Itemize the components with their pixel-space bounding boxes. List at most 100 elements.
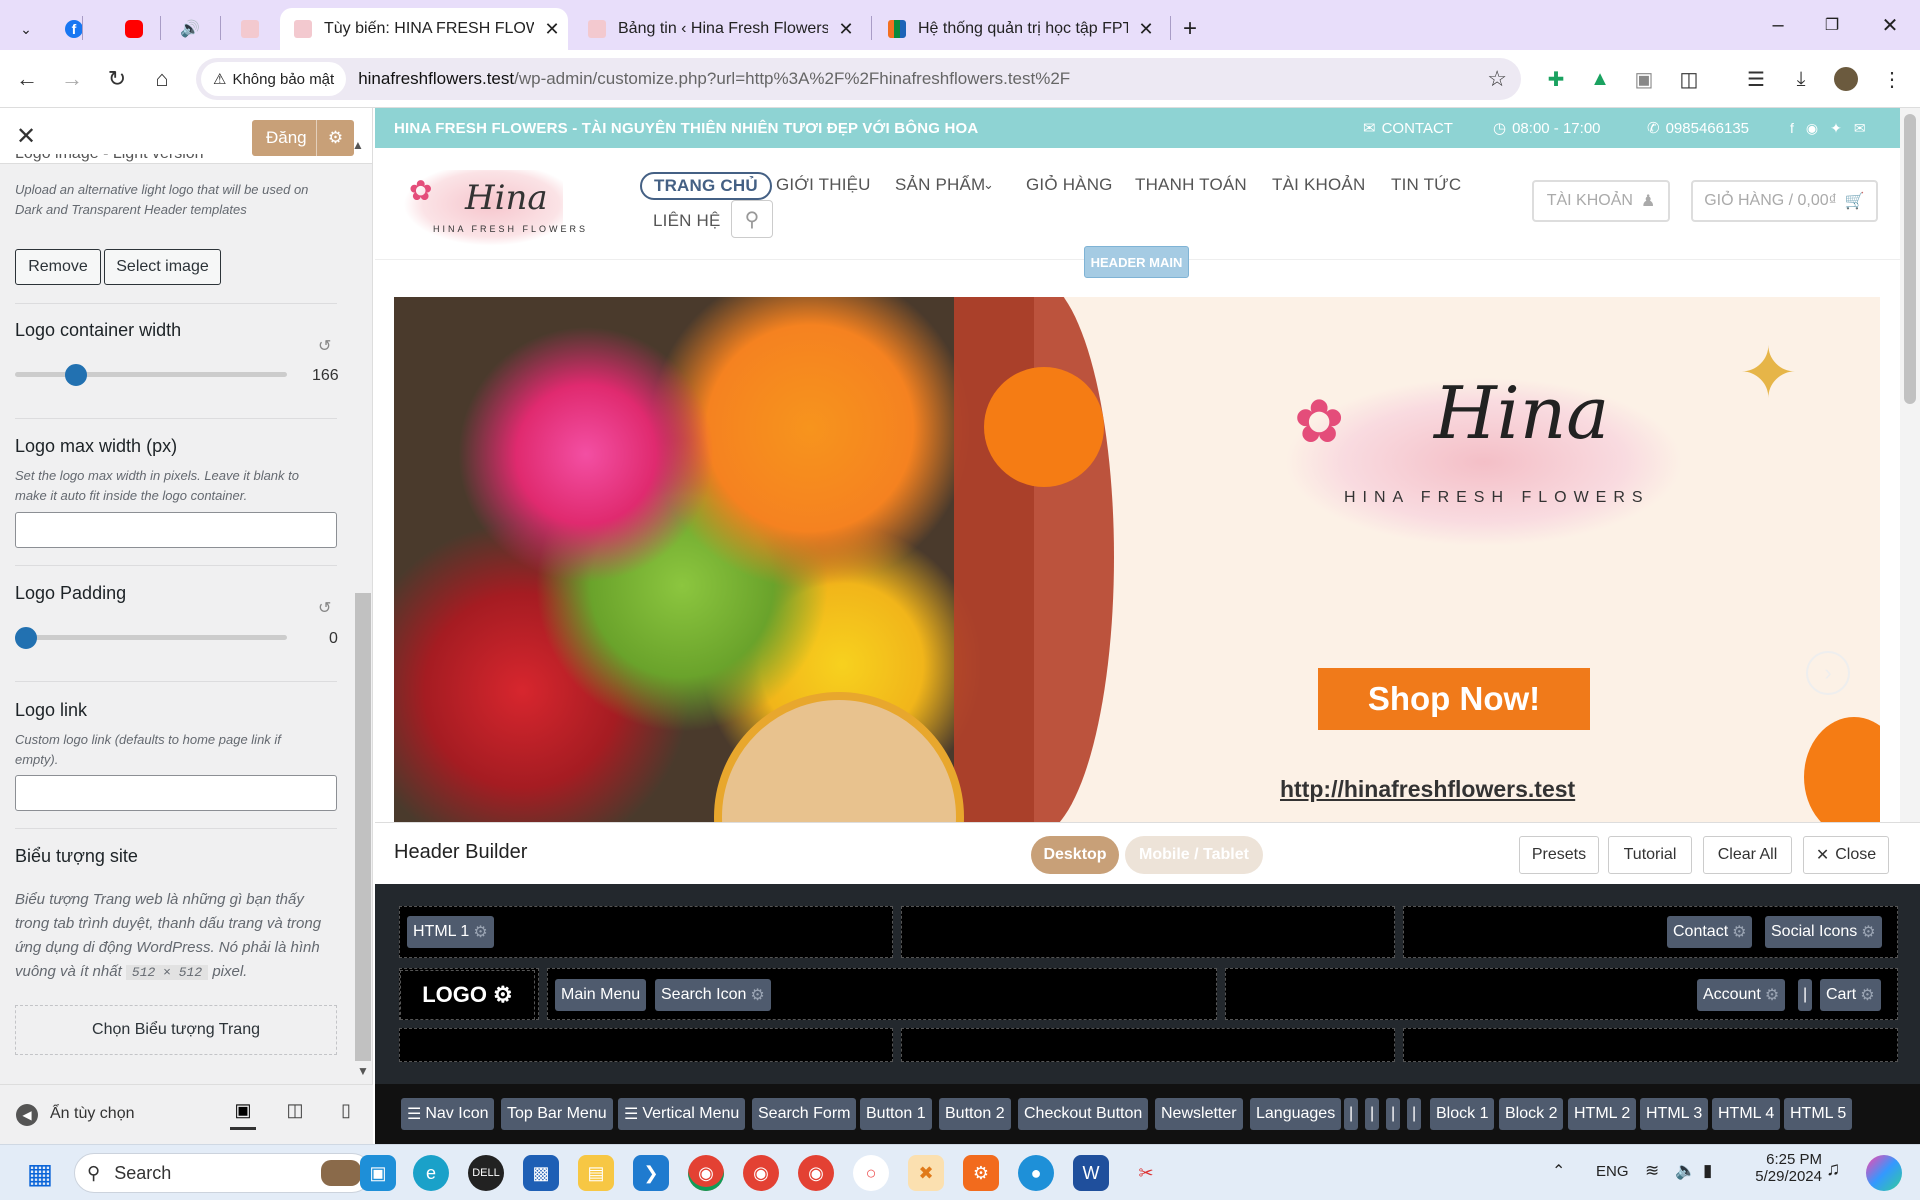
vscode-icon[interactable]: ❯ — [633, 1155, 669, 1191]
padding-track[interactable] — [15, 635, 287, 640]
postman-icon[interactable]: ⚙ — [963, 1155, 999, 1191]
download-icon[interactable]: ⤓ — [1785, 63, 1817, 95]
choose-site-icon-button[interactable]: Chọn Biểu tượng Trang — [15, 1005, 337, 1055]
wifi-icon[interactable]: ≋ — [1645, 1161, 1659, 1181]
slider-next-icon[interactable]: › — [1806, 651, 1850, 695]
home-icon[interactable]: ⌂ — [143, 60, 181, 98]
taskbar-search[interactable]: ⚲ Search — [74, 1153, 372, 1193]
language-indicator[interactable]: ENG — [1596, 1163, 1629, 1180]
extension-image-icon[interactable]: ▣ — [1628, 63, 1660, 95]
forward-icon[interactable]: → — [53, 60, 91, 98]
gear-icon[interactable]: ⚙ — [1732, 922, 1746, 942]
element-divider[interactable]: | — [1407, 1098, 1422, 1130]
presets-button[interactable]: Presets — [1519, 836, 1599, 874]
close-tab-icon[interactable]: ✕ — [542, 19, 562, 40]
chrome-icon[interactable]: ◉ — [688, 1155, 724, 1191]
app-circle-icon[interactable]: ○ — [853, 1155, 889, 1191]
reset-icon[interactable]: ↺ — [318, 598, 331, 618]
bottom-right-slot[interactable] — [1403, 1028, 1898, 1062]
menu-item-cart[interactable]: GIỎ HÀNG — [1026, 175, 1113, 195]
gear-icon[interactable]: ⚙ — [750, 985, 764, 1005]
site-url-link[interactable]: http://hinafreshflowers.test — [1280, 776, 1575, 803]
top-center-slot[interactable] — [901, 906, 1395, 958]
container-width-track[interactable] — [15, 372, 287, 377]
element-logo[interactable]: LOGO ⚙ — [400, 970, 535, 1020]
gear-icon[interactable]: ⚙ — [493, 982, 513, 1008]
mobile-tablet-toggle[interactable]: Mobile / Tablet — [1125, 836, 1263, 874]
element-account[interactable]: Account ⚙ — [1697, 979, 1786, 1011]
main-left-slot[interactable] — [547, 968, 1217, 1020]
profile-avatar[interactable] — [1830, 63, 1862, 95]
element-html-2[interactable]: HTML 2 — [1568, 1098, 1637, 1130]
search-icon[interactable]: ⚲ — [731, 200, 773, 238]
header-main-badge[interactable]: HEADER MAIN — [1084, 246, 1189, 278]
element-search-form[interactable]: Search Form — [752, 1098, 857, 1130]
address-bar[interactable]: ⚠ Không bảo mật hinafreshflowers.test/wp-… — [196, 58, 1521, 100]
padding-slider-handle[interactable] — [15, 627, 37, 649]
close-builder-button[interactable]: ✕ Close — [1803, 836, 1889, 874]
publish-button[interactable]: Đăng ⚙ — [252, 120, 354, 156]
new-tab-button[interactable]: + — [1164, 8, 1216, 50]
element-languages[interactable]: Languages — [1250, 1098, 1342, 1130]
menu-item-home[interactable]: TRANG CHỦ — [640, 172, 772, 200]
preview-scrollbar-thumb[interactable] — [1904, 114, 1916, 404]
gear-icon[interactable]: ⚙ — [1765, 985, 1779, 1005]
reload-icon[interactable]: ↻ — [98, 60, 136, 98]
menu-item-contact[interactable]: LIÊN HỆ — [653, 211, 721, 231]
tutorial-button[interactable]: Tutorial — [1608, 836, 1692, 874]
element-html-1[interactable]: HTML 1 ⚙ — [407, 916, 494, 948]
close-tab-icon[interactable]: ✕ — [1136, 19, 1156, 40]
phone-item[interactable]: ✆ 0985466135 — [1647, 119, 1749, 138]
email-icon[interactable]: ✉ — [1854, 120, 1866, 137]
menu-item-about[interactable]: GIỚI THIỆU — [776, 175, 871, 195]
extension-plus-icon[interactable]: ✚ — [1540, 63, 1572, 95]
menu-item-account[interactable]: TÀI KHOẢN — [1272, 175, 1365, 195]
dell-icon[interactable]: DELL — [468, 1155, 504, 1191]
extension-tree-icon[interactable]: ▲ — [1584, 63, 1616, 95]
browser-menu-icon[interactable]: ⋮ — [1876, 63, 1908, 95]
battery-icon[interactable]: ▮ — [1703, 1161, 1712, 1181]
gear-icon[interactable]: ⚙ — [1860, 985, 1874, 1005]
element-nav-icon[interactable]: ☰ Nav Icon — [401, 1098, 495, 1130]
tab-customizer[interactable]: Tùy biến: HINA FRESH FLOWERS ✕ — [280, 8, 568, 50]
element-checkout-button[interactable]: Checkout Button — [1018, 1098, 1149, 1130]
mobile-preview-icon[interactable]: ▯ — [336, 1100, 356, 1130]
minimize-icon[interactable]: – — [1754, 8, 1802, 42]
windows-start-icon[interactable]: ▦ — [22, 1155, 58, 1191]
app-blue-icon[interactable]: ● — [1018, 1155, 1054, 1191]
facebook-icon[interactable]: f — [1790, 120, 1794, 136]
element-html-4[interactable]: HTML 4 — [1712, 1098, 1781, 1130]
element-button-1[interactable]: Button 1 — [860, 1098, 932, 1130]
element-divider[interactable]: | — [1798, 979, 1813, 1011]
account-button[interactable]: TÀI KHOẢN ♟ — [1532, 180, 1670, 222]
reset-icon[interactable]: ↺ — [318, 336, 331, 356]
preview-scrollbar[interactable] — [1900, 108, 1920, 822]
element-search-icon[interactable]: Search Icon ⚙ — [655, 979, 771, 1011]
teams-meet-icon[interactable]: ▣ — [360, 1155, 396, 1191]
bookmark-star-icon[interactable]: ☆ — [1487, 66, 1507, 92]
element-block-2[interactable]: Block 2 — [1499, 1098, 1564, 1130]
store-icon[interactable]: ▩ — [523, 1155, 559, 1191]
element-divider[interactable]: | — [1365, 1098, 1380, 1130]
instagram-icon[interactable]: ◉ — [1806, 120, 1818, 137]
scroll-down-icon[interactable]: ▼ — [357, 1064, 369, 1078]
element-button-2[interactable]: Button 2 — [939, 1098, 1011, 1130]
chrome-profile-icon[interactable]: ◉ — [743, 1155, 779, 1191]
url-text[interactable]: hinafreshflowers.test/wp-admin/customize… — [358, 69, 1070, 89]
volume-icon[interactable]: 🔈 — [1675, 1161, 1696, 1181]
hide-controls-label[interactable]: Ẩn tùy chọn — [50, 1105, 135, 1123]
tab-dashboard[interactable]: Bảng tin ‹ Hina Fresh Flowers — ✕ — [574, 8, 864, 50]
tab-hina-pinned[interactable] — [224, 8, 276, 50]
tray-chevron-icon[interactable]: ⌃ — [1552, 1161, 1565, 1181]
element-cart[interactable]: Cart ⚙ — [1820, 979, 1881, 1011]
tab-youtube[interactable] — [108, 8, 160, 50]
clear-all-button[interactable]: Clear All — [1703, 836, 1792, 874]
gear-icon[interactable]: ⚙ — [473, 922, 487, 942]
element-html-5[interactable]: HTML 5 — [1784, 1098, 1853, 1130]
element-html-3[interactable]: HTML 3 — [1640, 1098, 1709, 1130]
element-social-icons[interactable]: Social Icons ⚙ — [1765, 916, 1882, 948]
tablet-preview-icon[interactable]: ◫ — [283, 1100, 307, 1130]
extensions-puzzle-icon[interactable]: ◫ — [1673, 63, 1705, 95]
gear-icon[interactable]: ⚙ — [316, 120, 354, 156]
scroll-up-icon[interactable]: ▲ — [352, 138, 364, 152]
